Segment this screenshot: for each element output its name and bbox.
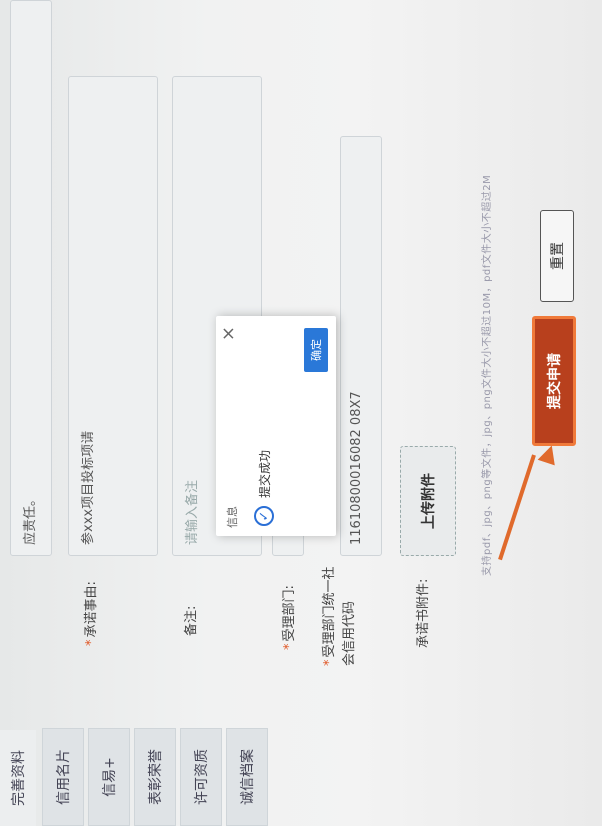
nav-item-licenses[interactable]: 许可资质 [180,728,222,826]
upload-button[interactable]: 上传附件 [400,446,456,556]
matter-textarea[interactable]: 参xxx项目投标项请 [68,76,158,556]
form-page: 完善资料 信用名片 信易+ 表彰荣誉 许可资质 诚信档案 应责任。 *承诺事由:… [0,0,602,826]
check-circle-icon: ✓ [254,506,274,526]
attach-label: 承诺书附件: [416,578,431,648]
nav-item-credit-plus[interactable]: 信易+ [88,728,130,826]
nav-item-honors[interactable]: 表彰荣誉 [134,728,176,826]
submit-button[interactable]: 提交申请 [532,316,576,446]
ok-button[interactable]: 确定 [304,328,328,372]
remark-label: 备注: [184,605,199,636]
attach-hint: 支持pdf、jpg、png等文件，jpg、png文件大小不超过10M，pdf文件… [482,174,493,576]
dialog-title: 信息 [226,506,239,528]
dialog-message: 提交成功 [258,449,272,498]
remark-placeholder: 请输入备注 [185,479,200,545]
credit-code-input[interactable]: 11610800016082 08X7 [340,136,382,556]
nav-item-credit-card[interactable]: 信用名片 [42,728,84,826]
matter-value: 参xxx项目投标项请 [81,430,96,545]
commitment-text: 应责任。 [23,492,38,545]
reset-button[interactable]: 重置 [540,210,574,302]
nav-item-archive[interactable]: 诚信档案 [226,728,268,826]
matter-label: *承诺事由: [84,581,99,646]
credit-code-label: *受理部门统一社会信用代码 [322,566,357,666]
success-dialog: 信息 × ✓ 提交成功 确定 [216,316,336,536]
dept-label: *受理部门: [282,585,297,650]
commitment-text-box: 应责任。 [10,0,52,556]
nav-item-profile[interactable]: 完善资料 [0,730,36,826]
close-icon[interactable]: × [218,326,239,341]
credit-code-value: 11610800016082 08X7 [349,391,364,545]
